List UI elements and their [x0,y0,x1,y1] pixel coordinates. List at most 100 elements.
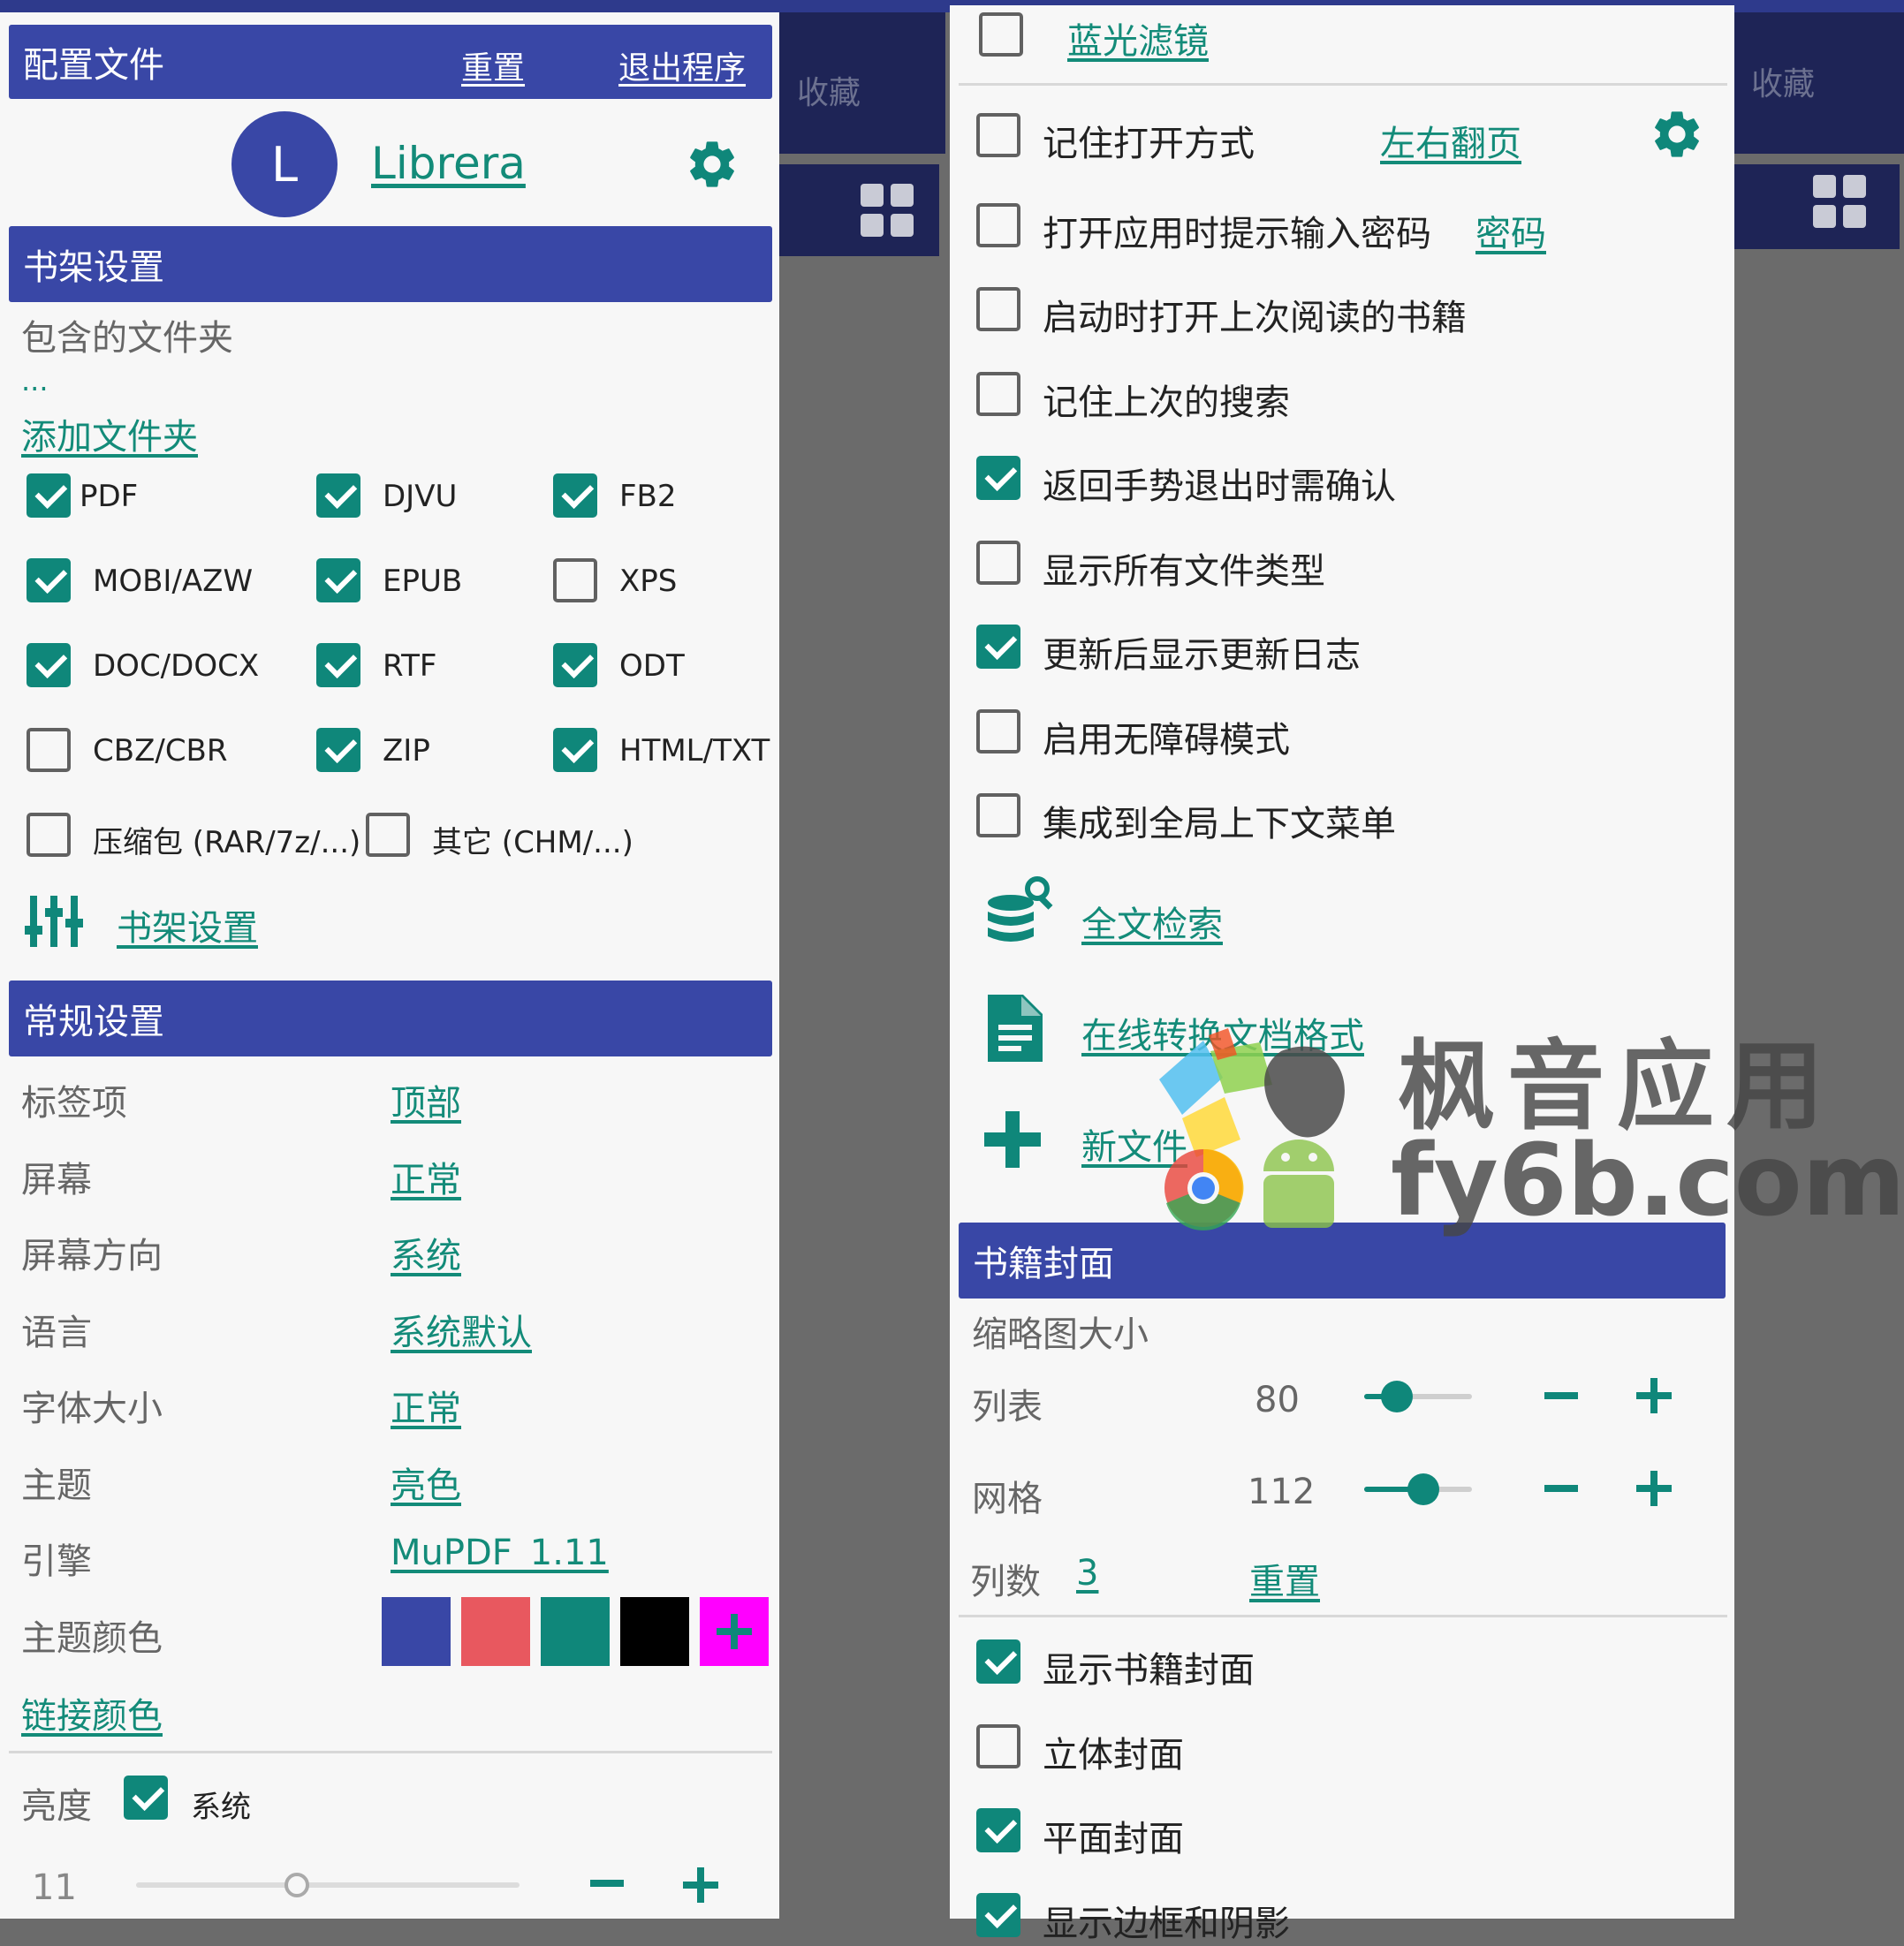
list-size-increase-button[interactable] [1636,1378,1672,1413]
link-color-link[interactable]: 链接颜色 [21,1687,163,1738]
add-theme-color-button[interactable] [700,1597,769,1666]
option-checkbox[interactable] [976,793,1020,837]
option-label: 返回手势退出时需确认 [1043,466,1396,507]
setting-label: 语言 [21,1312,92,1353]
cover-option-checkbox[interactable] [976,1808,1020,1852]
theme-color-red[interactable] [461,1597,530,1666]
option-checkbox[interactable] [976,456,1020,500]
zip-checkbox[interactable] [316,728,360,772]
epub-label: EPUB [383,564,463,599]
option-checkbox[interactable] [976,708,1020,753]
theme-color-black[interactable] [620,1597,689,1666]
setting-label: 主题 [21,1465,92,1506]
list-size-slider-thumb[interactable] [1380,1381,1413,1412]
option-checkbox[interactable] [976,113,1020,157]
theme-color-teal[interactable] [541,1597,610,1666]
option-checkbox[interactable] [976,540,1020,585]
setting-label: 屏幕 [21,1159,92,1200]
profile-name-link[interactable]: Librera [371,138,526,189]
page-mode-link[interactable]: 左右翻页 [1380,115,1521,166]
rar-7z-label: 压缩包 (RAR/7z/...) [93,825,361,860]
cover-option-label: 立体封面 [1043,1734,1184,1776]
theme-color-blue[interactable] [382,1597,451,1666]
new-file-plus-icon[interactable] [984,1111,1041,1168]
brightness-increase-button[interactable] [683,1867,718,1903]
grid-size-value: 112 [1248,1472,1316,1512]
gear-icon[interactable] [684,136,740,193]
cover-option-checkbox[interactable] [976,1639,1020,1684]
fb2-checkbox[interactable] [553,473,597,518]
setting-label: 屏幕方向 [21,1236,163,1276]
list-size-decrease-button[interactable] [1544,1392,1578,1399]
setting-label: 标签项 [21,1083,127,1124]
list-size-label: 列表 [972,1387,1043,1427]
bg-fav-tab-right: 收藏 [1751,66,1816,102]
option-label: 集成到全局上下文菜单 [1043,804,1396,844]
epub-checkbox[interactable] [316,558,360,602]
setting-value-link[interactable]: 正常 [391,1380,461,1431]
shelf-settings-link[interactable]: 书架设置 [117,899,258,950]
djvu-label: DJVU [383,479,458,514]
cover-option-checkbox[interactable] [976,1892,1020,1937]
columns-reset-link[interactable]: 重置 [1249,1553,1320,1604]
doc-docx-label: DOC/DOCX [93,648,260,684]
doc-docx-checkbox[interactable] [27,643,71,687]
option-checkbox[interactable] [976,625,1020,669]
pdf-label: PDF [80,479,139,514]
brightness-slider-track[interactable] [136,1882,520,1888]
sliders-icon[interactable] [25,892,83,950]
blue-filter-link[interactable]: 蓝光滤镜 [1067,12,1209,64]
brightness-decrease-button[interactable] [590,1880,624,1887]
brightness-system-checkbox[interactable] [124,1776,168,1820]
pdf-checkbox[interactable] [27,473,71,518]
rar-7z-checkbox[interactable] [27,813,71,857]
database-search-icon[interactable] [984,871,1055,950]
option-checkbox[interactable] [976,371,1020,416]
folders-value: ... [21,364,49,398]
djvu-checkbox[interactable] [316,473,360,518]
xps-checkbox[interactable] [553,558,597,602]
option-label: 显示所有文件类型 [1043,550,1325,592]
add-folder-link[interactable]: 添加文件夹 [21,408,198,459]
setting-value-link[interactable]: 系统 [391,1227,461,1278]
grid-size-slider-thumb[interactable] [1407,1473,1440,1505]
grid-icon [1813,175,1866,228]
setting-value-link[interactable]: 正常 [391,1151,461,1202]
password-link[interactable]: 密码 [1475,205,1546,256]
xps-label: XPS [619,564,678,599]
cbz-cbr-checkbox[interactable] [27,728,71,772]
columns-value-link[interactable]: 3 [1076,1553,1098,1594]
option-checkbox[interactable] [976,203,1020,247]
profile-avatar[interactable]: L [231,111,338,217]
html-txt-checkbox[interactable] [553,728,597,772]
option-checkbox[interactable] [976,287,1020,331]
reset-profile-button[interactable]: 重置 [461,42,525,88]
cover-option-checkbox[interactable] [976,1723,1020,1768]
grid-size-increase-button[interactable] [1636,1471,1672,1506]
chm-checkbox[interactable] [366,813,410,857]
divider [959,83,1727,86]
grid-icon [861,184,914,237]
odt-checkbox[interactable] [553,643,597,687]
chm-label: 其它 (CHM/...) [432,825,633,860]
list-size-value: 80 [1255,1380,1300,1420]
gear-icon[interactable] [1649,106,1705,163]
bg-grid-view-button-right [1733,164,1900,249]
document-icon[interactable] [988,995,1043,1062]
setting-value-link[interactable]: 亮色 [391,1457,461,1508]
bg-grid-view-button [835,164,939,256]
profile-header-title: 配置文件 [23,45,164,86]
grid-size-label: 网格 [972,1479,1043,1519]
setting-value-link[interactable]: 顶部 [391,1074,461,1125]
exit-button[interactable]: 退出程序 [618,42,746,88]
grid-size-decrease-button[interactable] [1544,1485,1578,1492]
setting-value-link[interactable]: MuPDF_1.11 [391,1533,609,1573]
blue-filter-checkbox[interactable] [979,12,1023,57]
cover-option-label: 平面封面 [1043,1819,1184,1859]
rtf-checkbox[interactable] [316,643,360,687]
brightness-value: 11 [32,1867,77,1908]
mobi-azw-checkbox[interactable] [27,558,71,602]
setting-value-link[interactable]: 系统默认 [391,1304,532,1355]
general-settings-header: 常规设置 [9,981,772,1056]
fulltext-search-link[interactable]: 全文检索 [1081,896,1223,947]
